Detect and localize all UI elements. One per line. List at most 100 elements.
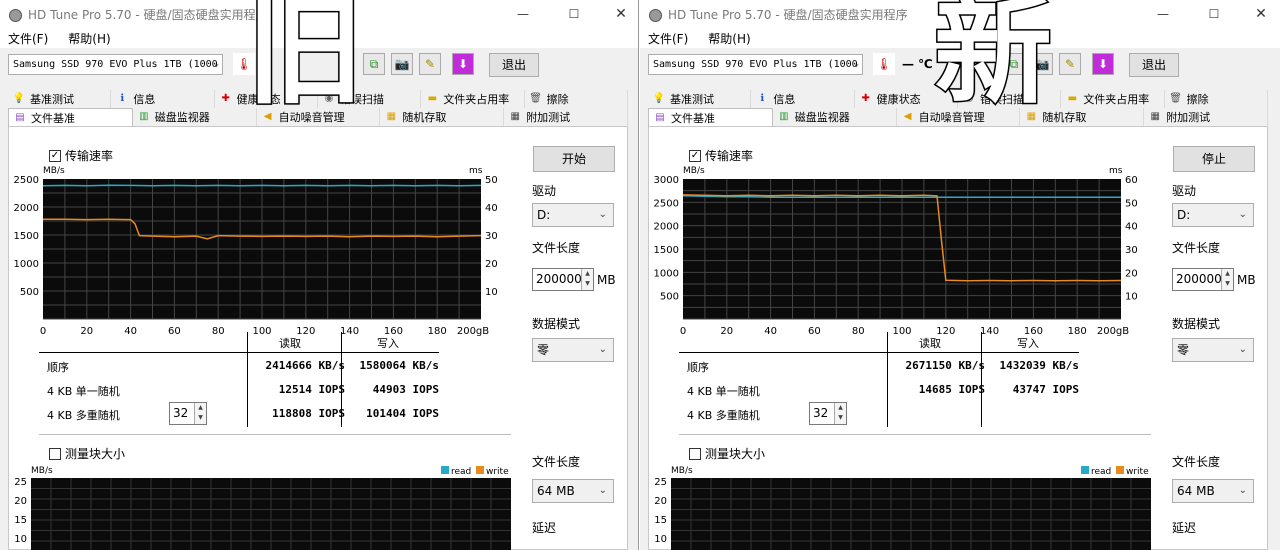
tab-4[interactable]: ▬ 文件夹占用率 — [421, 90, 525, 108]
menu-help[interactable]: 帮助(H) — [68, 30, 110, 47]
y-tick-left: 2500 — [654, 198, 679, 209]
y-tick-left: 1000 — [14, 259, 39, 270]
chevron-down-icon: ⌄ — [598, 344, 607, 355]
sequential-write-value: 1580064 KB/s — [359, 359, 439, 372]
subtab-1[interactable]: ▥ 磁盘监视器 — [132, 108, 257, 126]
tab-label: 随机存取 — [402, 111, 447, 124]
maximize-icon[interactable]: ☐ — [559, 4, 589, 24]
sequential-label: 顺序 — [47, 361, 69, 374]
drive-select[interactable]: Samsung SSD 970 EVO Plus 1TB (1000 ⌄ — [648, 54, 863, 75]
camera-icon[interactable]: 📷 — [391, 53, 413, 75]
tab-label: 附加测试 — [526, 111, 571, 124]
block-size-checkbox[interactable]: 测量块大小 — [689, 445, 765, 462]
block-file-length-select[interactable]: 64 MB ⌄ — [532, 479, 614, 503]
checkbox-label: 传输速率 — [705, 149, 754, 163]
data-mode-select[interactable]: 零 ⌄ — [1172, 338, 1254, 362]
stepper-arrows-icon[interactable]: ▲ ▼ — [581, 269, 593, 290]
transfer-rate-checkbox[interactable]: ✓ 传输速率 — [689, 147, 753, 164]
file-length-label: 文件长度 — [532, 241, 581, 255]
menu-file[interactable]: 文件(F) — [8, 30, 48, 47]
minimize-icon[interactable]: — — [1148, 4, 1178, 24]
data-mode-select[interactable]: 零 ⌄ — [532, 338, 614, 362]
tab-icon: ◀ — [903, 111, 912, 122]
tab-icon: ▦ — [386, 111, 397, 122]
tab-1[interactable]: ℹ 信息 — [751, 90, 855, 108]
subtab-0[interactable]: ▤ 文件基准 — [648, 108, 773, 126]
subtab-4[interactable]: ▦ 附加测试 — [504, 108, 628, 126]
legend-write-label: write — [486, 467, 509, 477]
download-icon[interactable]: ⬇ — [1092, 53, 1114, 75]
read-speed-line — [42, 184, 482, 187]
stepper-arrows-icon[interactable]: ▲ ▼ — [194, 403, 206, 424]
tab-5[interactable]: 🗑 擦除 — [524, 90, 628, 108]
sequential-read-value: 2671150 KB/s — [905, 359, 985, 372]
tab-0[interactable]: 💡 基准测试 — [648, 90, 752, 108]
queue-depth-value: 32 — [813, 406, 829, 420]
multi-random-read-value: 118808 IOPS — [272, 407, 345, 420]
subtab-0[interactable]: ▤ 文件基准 — [8, 108, 133, 126]
sequential-write-value: 1432039 KB/s — [999, 359, 1079, 372]
options-icon[interactable]: ✎ — [1059, 53, 1081, 75]
menu-help[interactable]: 帮助(H) — [708, 30, 750, 47]
legend-read-swatch — [441, 466, 449, 474]
subtab-4[interactable]: ▦ 附加测试 — [1144, 108, 1268, 126]
tab-4[interactable]: ▬ 文件夹占用率 — [1061, 90, 1165, 108]
maximize-icon[interactable]: ☐ — [1199, 4, 1229, 24]
options-icon[interactable]: ✎ — [419, 53, 441, 75]
tab-1[interactable]: ℹ 信息 — [111, 90, 215, 108]
y-tick-right: 20 — [1125, 268, 1138, 279]
drive-letter-select[interactable]: D: ⌄ — [532, 203, 614, 227]
subtab-3[interactable]: ▦ 随机存取 — [380, 108, 505, 126]
checkbox-empty-icon — [689, 447, 701, 460]
subtab-1[interactable]: ▥ 磁盘监视器 — [772, 108, 897, 126]
tab-icon: ▥ — [139, 111, 149, 122]
tab-icon: ▬ — [1067, 93, 1078, 104]
exit-button[interactable]: 退出 — [489, 53, 539, 77]
y-tick-right: 10 — [1125, 292, 1138, 303]
transfer-rate-checkbox[interactable]: ✓ 传输速率 — [49, 147, 113, 164]
menu-file[interactable]: 文件(F) — [648, 30, 688, 47]
stepper-arrows-icon[interactable]: ▲ ▼ — [834, 403, 846, 424]
x-tick: 200gB — [1097, 326, 1129, 337]
close-icon[interactable]: ✕ — [606, 4, 636, 24]
file-length-value: 200000 — [536, 272, 582, 286]
chevron-down-icon: ⌄ — [213, 59, 219, 69]
queue-depth-stepper[interactable]: 32 ▲ ▼ — [169, 402, 207, 425]
queue-depth-stepper[interactable]: 32 ▲ ▼ — [809, 402, 847, 425]
block-size-chart: MB/s read write 25 20 15 10 — [654, 466, 1151, 550]
tab-5[interactable]: 🗑 擦除 — [1164, 90, 1268, 108]
block-size-checkbox[interactable]: 测量块大小 — [49, 445, 125, 462]
y-tick-left: 1500 — [14, 231, 39, 242]
file-length-stepper[interactable]: 200000 ▲ ▼ — [1172, 268, 1234, 291]
block-chart-ytick: 20 — [14, 496, 27, 507]
tab-0[interactable]: 💡 基准测试 — [8, 90, 112, 108]
start-button[interactable]: 开始 — [533, 146, 615, 172]
legend-write-swatch — [1116, 466, 1124, 474]
drive-letter-select[interactable]: D: ⌄ — [1172, 203, 1254, 227]
drive-label: 驱动 — [532, 184, 557, 198]
drive-select[interactable]: Samsung SSD 970 EVO Plus 1TB (1000 ⌄ — [8, 54, 223, 75]
file-length-value: 200000 — [1176, 272, 1222, 286]
write-header: 写入 — [377, 337, 399, 350]
temperature-readout: — ℃ — [902, 57, 933, 71]
close-icon[interactable]: ✕ — [1246, 4, 1276, 24]
download-icon[interactable]: ⬇ — [452, 53, 474, 75]
hdtune-app-icon — [648, 8, 662, 22]
single-random-write-value: 44903 IOPS — [372, 383, 439, 396]
block-file-length-select[interactable]: 64 MB ⌄ — [1172, 479, 1254, 503]
copy-icon[interactable]: ⧉ — [363, 53, 385, 75]
stepper-arrows-icon[interactable]: ▲ ▼ — [1221, 269, 1233, 290]
y-tick-left: 1500 — [654, 245, 679, 256]
overlay-old-label: 旧 — [244, 0, 365, 120]
y-tick-right: 10 — [485, 287, 498, 298]
file-length-stepper[interactable]: 200000 ▲ ▼ — [532, 268, 594, 291]
y-tick-left: 2000 — [654, 222, 679, 233]
exit-button[interactable]: 退出 — [1129, 53, 1179, 77]
start-button[interactable]: 停止 — [1173, 146, 1255, 172]
queue-depth-value: 32 — [173, 406, 189, 420]
minimize-icon[interactable]: — — [508, 4, 538, 24]
x-tick: 200gB — [457, 326, 489, 337]
data-mode-value: 零 — [537, 343, 550, 357]
block-file-length-label: 文件长度 — [1172, 455, 1221, 469]
legend-read-swatch — [1081, 466, 1089, 474]
